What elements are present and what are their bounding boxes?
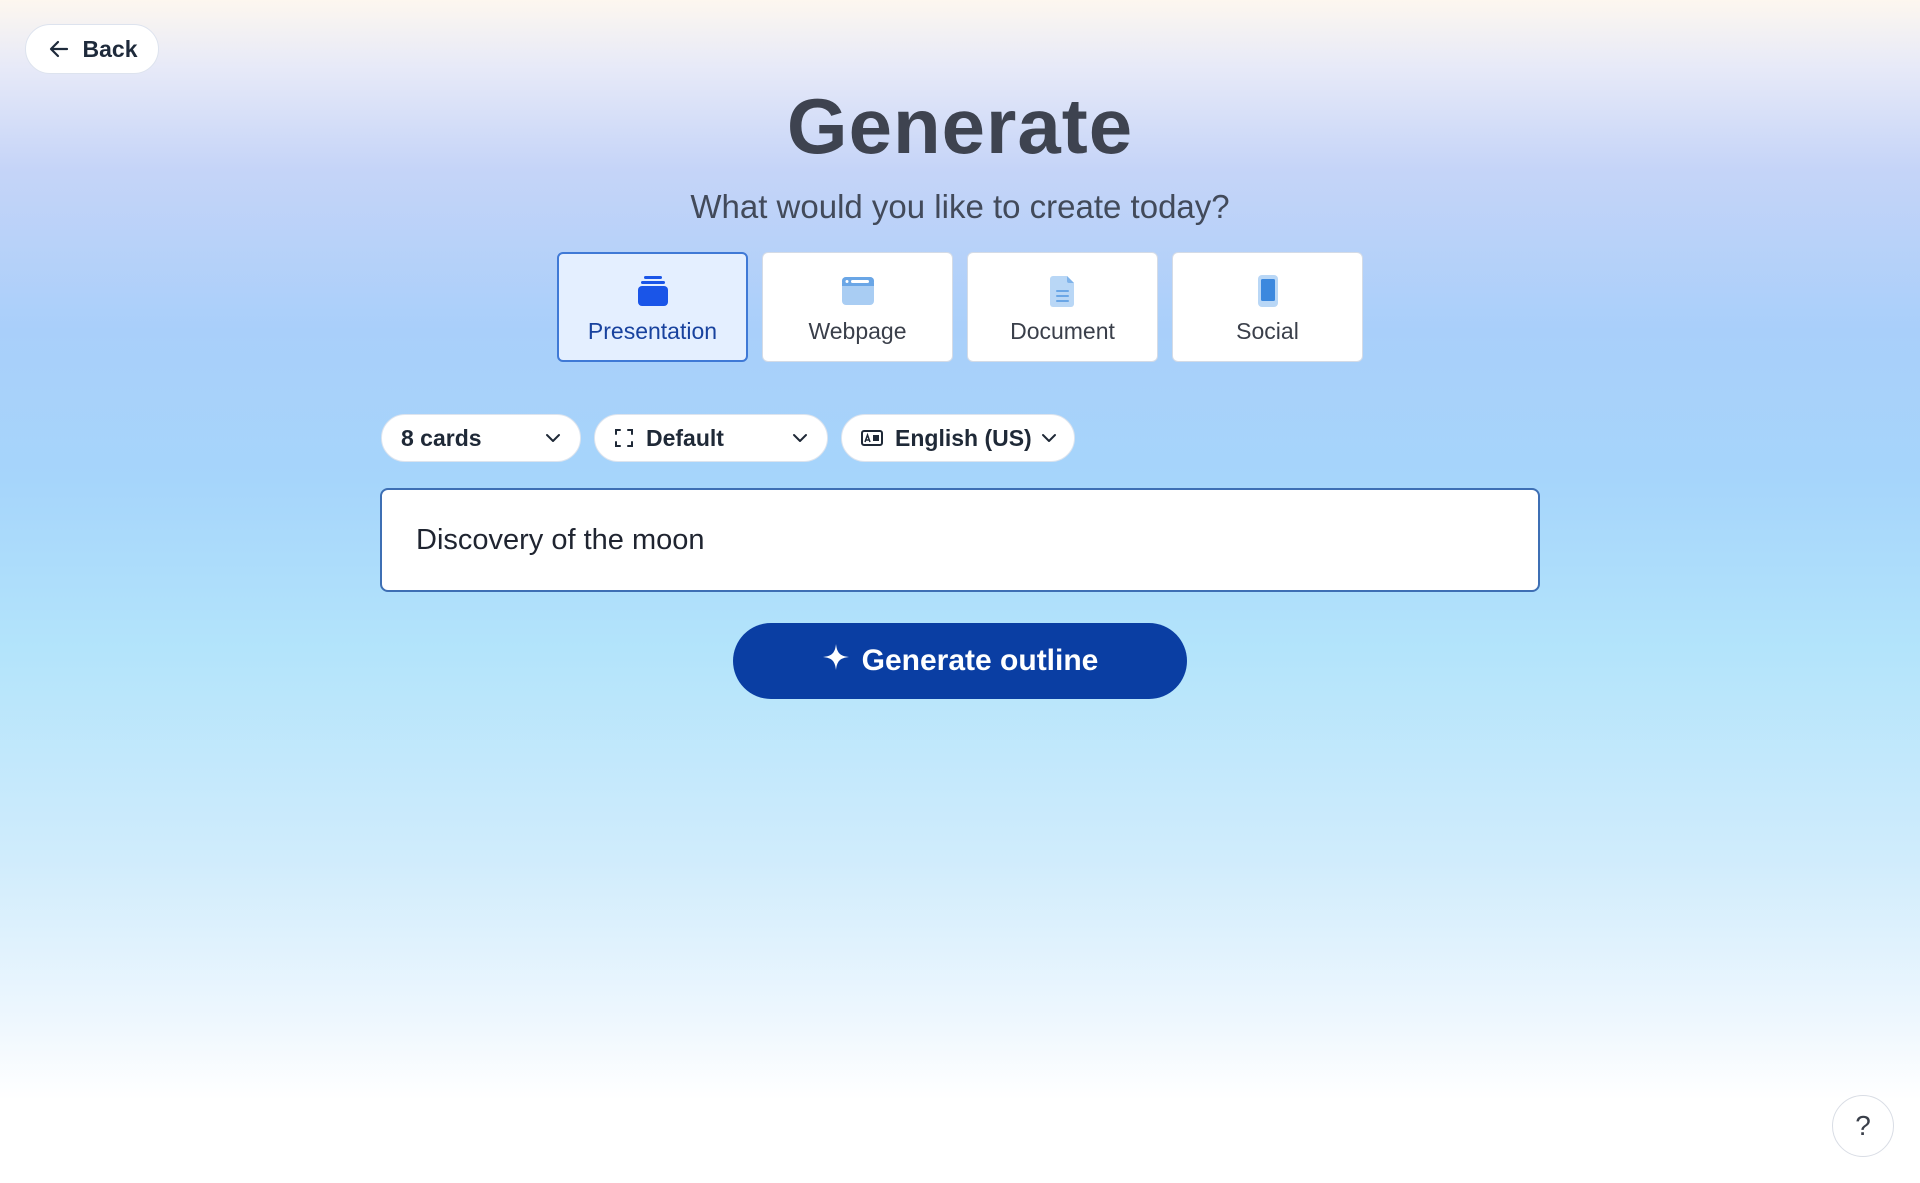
generate-outline-button[interactable]: Generate outline: [733, 623, 1187, 699]
type-card-presentation[interactable]: Presentation: [557, 252, 748, 362]
document-icon: [1046, 273, 1080, 309]
type-card-social[interactable]: Social: [1172, 252, 1363, 362]
browser-window-icon: [841, 273, 875, 309]
phone-icon: [1251, 273, 1285, 309]
page-subtitle: What would you like to create today?: [690, 188, 1230, 225]
generate-outline-label: Generate outline: [861, 644, 1099, 677]
sparkle-icon: [822, 643, 850, 679]
chevron-down-icon: [544, 429, 562, 447]
language-icon: [861, 430, 883, 446]
type-label-document: Document: [1010, 318, 1115, 344]
back-label: Back: [82, 35, 138, 62]
type-card-webpage[interactable]: Webpage: [762, 252, 953, 362]
arrow-left-icon: [47, 37, 71, 61]
chevron-down-icon: [1040, 429, 1058, 447]
theme-value: Default: [646, 424, 724, 451]
prompt-input[interactable]: [414, 522, 1538, 558]
chevron-down-icon: [791, 429, 809, 447]
card-count-dropdown[interactable]: 8 cards: [381, 414, 581, 462]
card-count-value: 8 cards: [401, 424, 482, 451]
aspect-ratio-icon: [614, 428, 634, 448]
language-value: English (US): [895, 424, 1032, 451]
back-button[interactable]: Back: [25, 24, 159, 74]
type-card-document[interactable]: Document: [967, 252, 1158, 362]
generation-options: 8 cards Default English (US): [381, 414, 1075, 462]
language-dropdown[interactable]: English (US): [841, 414, 1075, 462]
type-label-webpage: Webpage: [808, 318, 907, 344]
content-type-selector: Presentation Webpage Document Social: [557, 252, 1363, 362]
help-icon: ?: [1855, 1110, 1871, 1141]
prompt-input-container: [380, 488, 1540, 592]
type-label-presentation: Presentation: [587, 318, 718, 344]
theme-dropdown[interactable]: Default: [594, 414, 828, 462]
help-button[interactable]: ?: [1832, 1095, 1894, 1157]
type-label-social: Social: [1236, 318, 1299, 344]
presentation-stack-icon: [636, 273, 670, 309]
page-title: Generate: [786, 82, 1134, 170]
